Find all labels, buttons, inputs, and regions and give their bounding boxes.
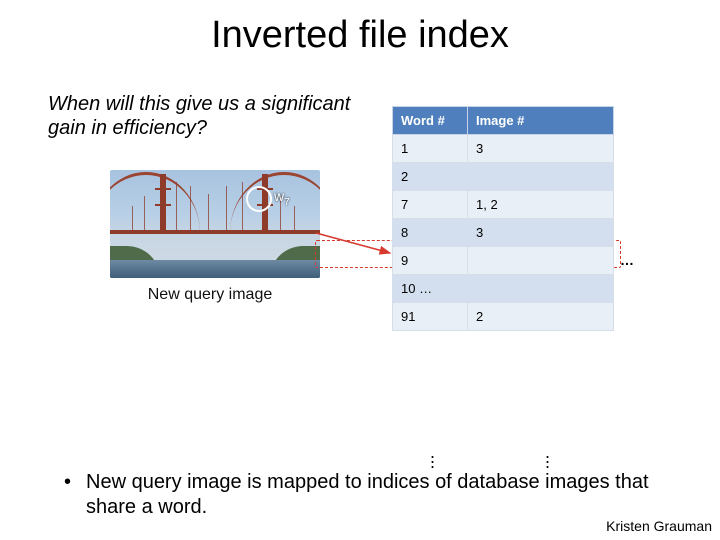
feature-label: w7 bbox=[274, 188, 290, 208]
table-row: 2 bbox=[393, 163, 614, 191]
col-image: Image # bbox=[468, 107, 614, 135]
slide-title: Inverted file index bbox=[0, 14, 720, 57]
slide: Inverted file index When will this give … bbox=[0, 0, 720, 540]
table-row: 9 bbox=[393, 247, 614, 275]
vdots-icon: ... bbox=[430, 450, 435, 465]
inverted-index-table: Word # Image # 13 2 71, 2 83 9 10 … 912 bbox=[392, 106, 614, 331]
col-word: Word # bbox=[393, 107, 468, 135]
query-caption: New query image bbox=[110, 286, 310, 304]
vdots-icon: ... bbox=[545, 450, 550, 465]
table-row: 83 bbox=[393, 219, 614, 247]
table-row: 10 … bbox=[393, 275, 614, 303]
summary-bullet: • New query image is mapped to indices o… bbox=[64, 470, 664, 520]
table-row: 912 bbox=[393, 303, 614, 331]
table-row: 71, 2 bbox=[393, 191, 614, 219]
bullet-text: New query image is mapped to indices of … bbox=[86, 470, 664, 520]
efficiency-question: When will this give us a significant gai… bbox=[48, 92, 368, 140]
query-image-block: w7 New query image bbox=[110, 170, 310, 304]
bridge-image: w7 bbox=[110, 170, 320, 278]
table-row: 13 bbox=[393, 135, 614, 163]
feature-circle bbox=[246, 186, 272, 212]
bullet-icon: • bbox=[64, 470, 86, 520]
author-credit: Kristen Grauman bbox=[606, 518, 712, 534]
ellipsis-right: … bbox=[620, 252, 636, 268]
